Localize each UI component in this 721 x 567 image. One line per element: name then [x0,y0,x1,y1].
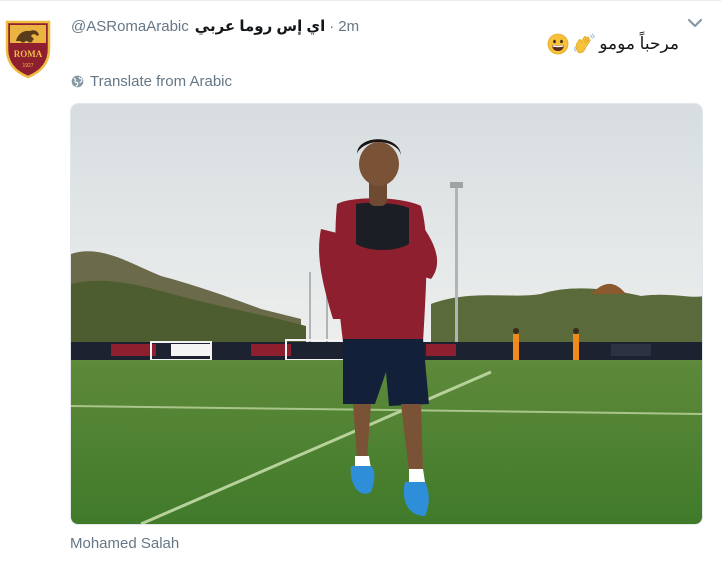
separator-dot: · [329,17,335,35]
tweet-text: مرحباً مومو [547,33,679,55]
tweet[interactable]: ROMA 1927 @ASRomaArabic اي إس روما عربي … [0,0,721,567]
tweet-timestamp[interactable]: 2m [338,18,359,35]
translate-link[interactable]: Translate from Arabic [71,71,232,91]
svg-text:ROMA: ROMA [14,49,43,59]
tweet-media-photo[interactable] [70,103,703,525]
user-handle[interactable]: @ASRomaArabic [71,18,189,35]
divider [0,0,721,1]
globe-icon [71,75,84,87]
waving-hand-icon [574,33,595,54]
media-caption: Mohamed Salah [70,535,180,552]
tweet-text-body: مرحباً مومو [599,34,679,53]
avatar[interactable]: ROMA 1927 [4,19,52,79]
tweet-header: @ASRomaArabic اي إس روما عربي · 2m [71,16,359,36]
svg-text:1927: 1927 [22,63,33,69]
user-display-name[interactable]: اي إس روما عربي [195,17,326,35]
grinning-face-icon [547,33,569,55]
photo-scene [71,104,702,524]
chevron-down-icon[interactable] [686,16,704,30]
translate-label[interactable]: Translate from Arabic [90,73,232,90]
